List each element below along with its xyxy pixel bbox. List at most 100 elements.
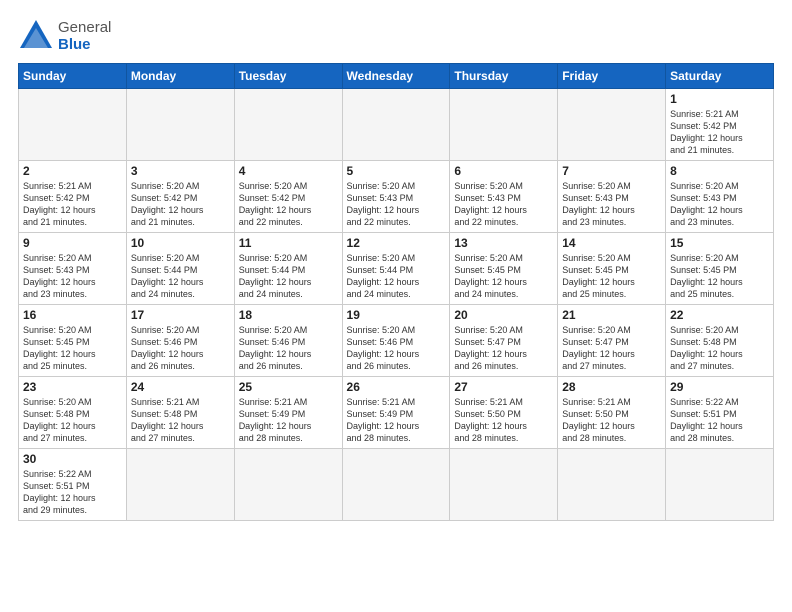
calendar-cell: 21Sunrise: 5:20 AM Sunset: 5:47 PM Dayli… xyxy=(558,305,666,377)
day-info: Sunrise: 5:20 AM Sunset: 5:46 PM Dayligh… xyxy=(347,324,446,373)
day-info: Sunrise: 5:20 AM Sunset: 5:44 PM Dayligh… xyxy=(131,252,230,301)
weekday-saturday: Saturday xyxy=(666,64,774,89)
day-number: 16 xyxy=(23,308,122,322)
day-info: Sunrise: 5:21 AM Sunset: 5:48 PM Dayligh… xyxy=(131,396,230,445)
calendar-cell: 17Sunrise: 5:20 AM Sunset: 5:46 PM Dayli… xyxy=(126,305,234,377)
day-number: 11 xyxy=(239,236,338,250)
calendar-cell xyxy=(342,89,450,161)
day-info: Sunrise: 5:20 AM Sunset: 5:47 PM Dayligh… xyxy=(454,324,553,373)
calendar-row-0: 1 Sunrise: 5:21 AM Sunset: 5:42 PM Daylig… xyxy=(19,89,774,161)
calendar-cell: 2 Sunrise: 5:21 AM Sunset: 5:42 PM Daylig… xyxy=(19,161,127,233)
calendar-cell: 18 Sunrise: 5:20 AM Sunset: 5:46 PM Dayli… xyxy=(234,305,342,377)
day-info: Sunrise: 5:21 AM Sunset: 5:50 PM Dayligh… xyxy=(562,396,661,445)
day-number: 12 xyxy=(347,236,446,250)
calendar-cell: 14Sunrise: 5:20 AM Sunset: 5:45 PM Dayli… xyxy=(558,233,666,305)
calendar-cell xyxy=(558,89,666,161)
day-info: Sunrise: 5:20 AM Sunset: 5:43 PM Dayligh… xyxy=(23,252,122,301)
day-info: Sunrise: 5:21 AM Sunset: 5:49 PM Dayligh… xyxy=(347,396,446,445)
calendar-cell: 22 Sunrise: 5:20 AM Sunset: 5:48 PM Dayli… xyxy=(666,305,774,377)
weekday-header-row: SundayMondayTuesdayWednesdayThursdayFrid… xyxy=(19,64,774,89)
day-number: 15 xyxy=(670,236,769,250)
calendar-cell: 3Sunrise: 5:20 AM Sunset: 5:42 PM Daylig… xyxy=(126,161,234,233)
calendar-cell: 4Sunrise: 5:20 AM Sunset: 5:42 PM Daylig… xyxy=(234,161,342,233)
calendar-cell: 30 Sunrise: 5:22 AM Sunset: 5:51 PM Dayli… xyxy=(19,449,127,521)
day-info: Sunrise: 5:20 AM Sunset: 5:44 PM Dayligh… xyxy=(347,252,446,301)
day-number: 19 xyxy=(347,308,446,322)
weekday-wednesday: Wednesday xyxy=(342,64,450,89)
day-number: 8 xyxy=(670,164,769,178)
day-info: Sunrise: 5:20 AM Sunset: 5:45 PM Dayligh… xyxy=(454,252,553,301)
day-info: Sunrise: 5:22 AM Sunset: 5:51 PM Dayligh… xyxy=(670,396,769,445)
calendar-cell xyxy=(450,89,558,161)
weekday-monday: Monday xyxy=(126,64,234,89)
calendar-row-3: 16 Sunrise: 5:20 AM Sunset: 5:45 PM Dayli… xyxy=(19,305,774,377)
day-number: 30 xyxy=(23,452,122,466)
calendar-cell: 9Sunrise: 5:20 AM Sunset: 5:43 PM Daylig… xyxy=(19,233,127,305)
day-info: Sunrise: 5:20 AM Sunset: 5:46 PM Dayligh… xyxy=(239,324,338,373)
day-number: 18 xyxy=(239,308,338,322)
calendar-cell: 27 Sunrise: 5:21 AM Sunset: 5:50 PM Dayli… xyxy=(450,377,558,449)
calendar-row-5: 30 Sunrise: 5:22 AM Sunset: 5:51 PM Dayli… xyxy=(19,449,774,521)
calendar-cell xyxy=(234,449,342,521)
calendar-cell xyxy=(342,449,450,521)
weekday-tuesday: Tuesday xyxy=(234,64,342,89)
calendar-cell: 13 Sunrise: 5:20 AM Sunset: 5:45 PM Dayli… xyxy=(450,233,558,305)
calendar-cell: 28Sunrise: 5:21 AM Sunset: 5:50 PM Dayli… xyxy=(558,377,666,449)
logo: General Blue xyxy=(18,18,111,55)
day-info: Sunrise: 5:20 AM Sunset: 5:42 PM Dayligh… xyxy=(239,180,338,229)
day-number: 21 xyxy=(562,308,661,322)
calendar-cell xyxy=(19,89,127,161)
day-number: 1 xyxy=(670,92,769,106)
day-number: 24 xyxy=(131,380,230,394)
day-info: Sunrise: 5:21 AM Sunset: 5:50 PM Dayligh… xyxy=(454,396,553,445)
day-info: Sunrise: 5:20 AM Sunset: 5:43 PM Dayligh… xyxy=(670,180,769,229)
calendar-cell: 24 Sunrise: 5:21 AM Sunset: 5:48 PM Dayli… xyxy=(126,377,234,449)
weekday-friday: Friday xyxy=(558,64,666,89)
day-info: Sunrise: 5:21 AM Sunset: 5:49 PM Dayligh… xyxy=(239,396,338,445)
day-number: 22 xyxy=(670,308,769,322)
day-info: Sunrise: 5:20 AM Sunset: 5:45 PM Dayligh… xyxy=(23,324,122,373)
calendar-cell xyxy=(234,89,342,161)
calendar-cell: 29 Sunrise: 5:22 AM Sunset: 5:51 PM Dayli… xyxy=(666,377,774,449)
calendar-table: SundayMondayTuesdayWednesdayThursdayFrid… xyxy=(18,63,774,521)
calendar-cell: 25Sunrise: 5:21 AM Sunset: 5:49 PM Dayli… xyxy=(234,377,342,449)
day-number: 29 xyxy=(670,380,769,394)
day-info: Sunrise: 5:21 AM Sunset: 5:42 PM Dayligh… xyxy=(670,108,769,157)
day-number: 2 xyxy=(23,164,122,178)
day-number: 17 xyxy=(131,308,230,322)
day-number: 3 xyxy=(131,164,230,178)
day-info: Sunrise: 5:20 AM Sunset: 5:48 PM Dayligh… xyxy=(23,396,122,445)
weekday-thursday: Thursday xyxy=(450,64,558,89)
weekday-sunday: Sunday xyxy=(19,64,127,89)
day-number: 27 xyxy=(454,380,553,394)
calendar-row-1: 2 Sunrise: 5:21 AM Sunset: 5:42 PM Daylig… xyxy=(19,161,774,233)
calendar-cell: 11 Sunrise: 5:20 AM Sunset: 5:44 PM Dayli… xyxy=(234,233,342,305)
calendar-cell: 19 Sunrise: 5:20 AM Sunset: 5:46 PM Dayli… xyxy=(342,305,450,377)
calendar-cell: 23Sunrise: 5:20 AM Sunset: 5:48 PM Dayli… xyxy=(19,377,127,449)
calendar-cell: 12 Sunrise: 5:20 AM Sunset: 5:44 PM Dayli… xyxy=(342,233,450,305)
calendar-cell xyxy=(126,89,234,161)
day-info: Sunrise: 5:20 AM Sunset: 5:45 PM Dayligh… xyxy=(562,252,661,301)
day-info: Sunrise: 5:20 AM Sunset: 5:48 PM Dayligh… xyxy=(670,324,769,373)
calendar-row-2: 9Sunrise: 5:20 AM Sunset: 5:43 PM Daylig… xyxy=(19,233,774,305)
calendar-cell: 26 Sunrise: 5:21 AM Sunset: 5:49 PM Dayli… xyxy=(342,377,450,449)
day-number: 7 xyxy=(562,164,661,178)
day-number: 6 xyxy=(454,164,553,178)
calendar-cell: 16 Sunrise: 5:20 AM Sunset: 5:45 PM Dayli… xyxy=(19,305,127,377)
day-info: Sunrise: 5:20 AM Sunset: 5:43 PM Dayligh… xyxy=(454,180,553,229)
logo-icon xyxy=(18,18,54,55)
day-number: 10 xyxy=(131,236,230,250)
calendar-cell: 6 Sunrise: 5:20 AM Sunset: 5:43 PM Daylig… xyxy=(450,161,558,233)
day-number: 13 xyxy=(454,236,553,250)
day-number: 26 xyxy=(347,380,446,394)
calendar-cell: 5Sunrise: 5:20 AM Sunset: 5:43 PM Daylig… xyxy=(342,161,450,233)
day-info: Sunrise: 5:22 AM Sunset: 5:51 PM Dayligh… xyxy=(23,468,122,517)
day-info: Sunrise: 5:20 AM Sunset: 5:44 PM Dayligh… xyxy=(239,252,338,301)
calendar-cell: 15Sunrise: 5:20 AM Sunset: 5:45 PM Dayli… xyxy=(666,233,774,305)
calendar-row-4: 23Sunrise: 5:20 AM Sunset: 5:48 PM Dayli… xyxy=(19,377,774,449)
logo-text: General Blue xyxy=(58,20,111,53)
day-number: 20 xyxy=(454,308,553,322)
day-number: 5 xyxy=(347,164,446,178)
day-info: Sunrise: 5:21 AM Sunset: 5:42 PM Dayligh… xyxy=(23,180,122,229)
page: General Blue SundayMondayTuesdayWednesda… xyxy=(0,0,792,612)
